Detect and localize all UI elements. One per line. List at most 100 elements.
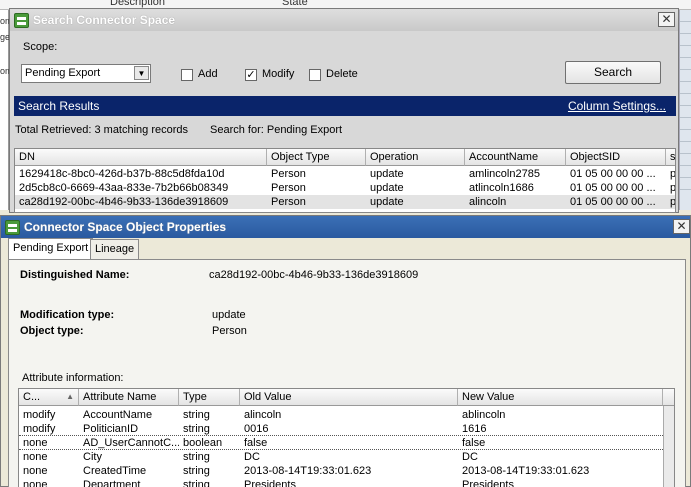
distinguished-name-label: Distinguished Name:	[20, 269, 130, 281]
cell-new-value: false	[462, 437, 486, 449]
tab-lineage[interactable]: Lineage	[90, 239, 140, 259]
column-header-account-name[interactable]: AccountName	[465, 149, 566, 166]
column-header-change-label: C...	[23, 391, 41, 403]
column-header-s[interactable]: s	[666, 149, 675, 166]
cell-object-sid: 01 05 00 00 00 ...	[570, 168, 656, 180]
column-header-old-value[interactable]: Old Value	[240, 389, 458, 406]
total-retrieved-text: Total Retrieved: 3 matching records	[15, 124, 189, 136]
search-connector-space-dialog: Search Connector Space ✕ Scope: Pending …	[9, 8, 679, 213]
scope-value: Pending Export	[25, 67, 101, 79]
cell-s: p	[670, 168, 676, 180]
vertical-scrollbar[interactable]	[663, 406, 674, 487]
cell-new-value: 1616	[462, 423, 487, 435]
delete-checkbox[interactable]	[309, 69, 321, 81]
properties-dialog-titlebar: Connector Space Object Properties	[1, 216, 690, 238]
properties-dialog-title: Connector Space Object Properties	[24, 220, 227, 234]
cell-attribute-name: PoliticianID	[83, 423, 139, 435]
sort-up-icon: ▲	[66, 392, 74, 401]
cell-old-value: DC	[244, 451, 260, 463]
cell-operation: update	[370, 182, 404, 194]
search-for-text: Search for: Pending Export	[210, 124, 343, 136]
cell-new-value: DC	[462, 451, 478, 463]
cell-attribute-name: AD_UserCannotC...	[83, 437, 179, 449]
scope-label: Scope:	[23, 41, 58, 53]
cell-account-name: amlincoln2785	[469, 168, 540, 180]
background-right-grid	[679, 10, 691, 210]
cell-object-type: Person	[271, 168, 306, 180]
cell-dn: 1629418c-8bc0-426d-b37b-88c5d8fda10d	[19, 168, 225, 180]
cell-type: string	[183, 451, 210, 463]
connector-space-object-properties-dialog: Connector Space Object Properties ✕ Pend…	[0, 215, 691, 487]
modification-type-label: Modification type:	[20, 309, 115, 321]
cell-dn: ca28d192-00bc-4b46-9b33-136de3918609	[19, 196, 229, 208]
search-results-table: DN Object Type Operation AccountName Obj…	[14, 148, 676, 213]
cell-type: string	[183, 409, 210, 421]
cell-operation: update	[370, 168, 404, 180]
modify-label: Modify	[262, 68, 295, 80]
attribute-information-label: Attribute information:	[22, 372, 124, 384]
column-header-object-type[interactable]: Object Type	[267, 149, 366, 166]
cell-type: string	[183, 479, 210, 487]
search-results-title: Search Results	[18, 99, 100, 113]
tab-pending-export[interactable]: Pending Export	[8, 238, 94, 259]
bg-column-description: Description	[110, 0, 166, 8]
cell-change: none	[23, 437, 48, 449]
delete-label: Delete	[326, 68, 358, 80]
column-header-dn[interactable]: DN	[15, 149, 267, 166]
cell-dn: 2d5cb8c0-6669-43aa-833e-7b2b66b08349	[19, 182, 229, 194]
cell-change: none	[23, 465, 48, 477]
cell-attribute-name: Department	[83, 479, 141, 487]
search-dialog-close-button[interactable]: ✕	[658, 12, 675, 27]
object-type-label: Object type:	[20, 325, 84, 337]
cell-account-name: alincoln	[469, 196, 507, 208]
cell-change: none	[23, 479, 48, 487]
search-button[interactable]: Search	[565, 61, 661, 84]
close-icon: ✕	[676, 219, 687, 233]
column-header-type[interactable]: Type	[179, 389, 240, 406]
column-header-operation[interactable]: Operation	[366, 149, 465, 166]
cell-object-sid: 01 05 00 00 00 ...	[570, 196, 656, 208]
cell-attribute-name: AccountName	[83, 409, 153, 421]
cell-change: modify	[23, 423, 56, 435]
modification-type-value: update	[212, 309, 246, 321]
connector-icon	[5, 219, 20, 235]
column-header-new-value[interactable]: New Value	[458, 389, 663, 406]
cell-new-value: 2013-08-14T19:33:01.623	[462, 465, 590, 477]
cell-s: p	[670, 182, 676, 194]
column-settings-link[interactable]: Column Settings...	[568, 96, 666, 116]
cell-old-value: 2013-08-14T19:33:01.623	[244, 465, 372, 477]
cell-attribute-name: CreatedTime	[83, 465, 147, 477]
chevron-down-icon[interactable]: ▼	[134, 66, 149, 80]
connector-icon	[14, 12, 29, 28]
cell-new-value: Presidents	[462, 479, 514, 487]
modify-checkbox[interactable]: ✓	[245, 69, 257, 81]
cell-old-value: false	[244, 437, 268, 449]
bg-column-state: State	[282, 0, 308, 8]
distinguished-name-value: ca28d192-00bc-4b46-9b33-136de3918609	[209, 269, 419, 281]
search-results-bar: Search Results Column Settings...	[14, 96, 676, 116]
properties-dialog-close-button[interactable]: ✕	[673, 219, 690, 234]
scope-dropdown[interactable]: Pending Export ▼	[21, 64, 151, 83]
attribute-table: C... ▲ Attribute Name Type Old Value New…	[18, 388, 675, 487]
object-type-value: Person	[212, 325, 247, 337]
add-checkbox[interactable]	[181, 69, 193, 81]
cell-attribute-name: City	[83, 451, 102, 463]
cell-object-type: Person	[271, 196, 306, 208]
cell-object-sid: 01 05 00 00 00 ...	[570, 182, 656, 194]
cell-account-name: atlincoln1686	[469, 182, 534, 194]
column-header-object-sid[interactable]: ObjectSID	[566, 149, 666, 166]
cell-s: p	[670, 196, 676, 208]
column-header-filler	[663, 389, 674, 406]
cell-change: modify	[23, 409, 56, 421]
add-label: Add	[198, 68, 218, 80]
cell-type: boolean	[183, 437, 223, 449]
column-header-attribute-name[interactable]: Attribute Name	[79, 389, 179, 406]
cell-type: string	[183, 423, 210, 435]
close-icon: ✕	[661, 12, 672, 26]
cell-old-value: 0016	[244, 423, 269, 435]
cell-old-value: alincoln	[244, 409, 282, 421]
cell-object-type: Person	[271, 182, 306, 194]
cell-old-value: Presidents	[244, 479, 296, 487]
column-header-change[interactable]: C... ▲	[19, 389, 79, 406]
search-dialog-title: Search Connector Space	[33, 13, 176, 27]
